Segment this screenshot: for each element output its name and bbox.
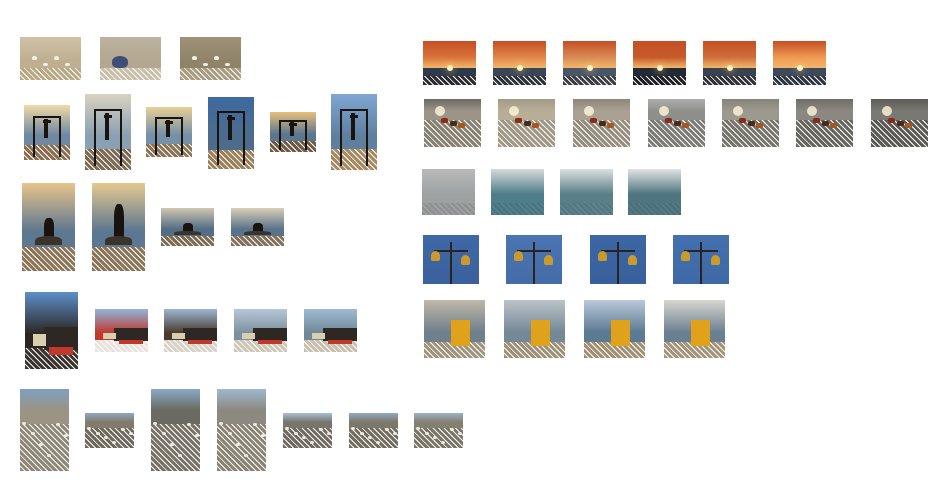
photo-thumbnail-chair[interactable]: [424, 300, 485, 358]
photo-thumbnail-shells[interactable]: [349, 413, 398, 448]
photo-thumbnail-tower[interactable]: [234, 309, 287, 352]
photo-thumbnail-lamp[interactable]: [423, 235, 479, 284]
photo-thumbnail-haze[interactable]: [560, 169, 613, 215]
photo-thumbnail-haze[interactable]: [628, 169, 681, 215]
photo-thumbnail-bottles[interactable]: [796, 99, 853, 147]
photo-thumbnail-bars[interactable]: [24, 105, 70, 160]
photo-thumbnail-tower[interactable]: [25, 292, 78, 369]
photo-thumbnail-sunset[interactable]: [773, 41, 826, 85]
photo-thumbnail-tower[interactable]: [95, 309, 148, 352]
photo-thumbnail-chair[interactable]: [584, 300, 645, 358]
photo-thumbnail-haze[interactable]: [491, 169, 544, 215]
photo-thumbnail-sunset[interactable]: [703, 41, 756, 85]
photo-thumbnail-bars[interactable]: [270, 112, 316, 152]
photo-thumbnail-tower[interactable]: [164, 309, 217, 352]
photo-thumbnail-shells[interactable]: [85, 413, 134, 448]
photo-thumbnail-sunset[interactable]: [633, 41, 686, 85]
photo-thumbnail-shells[interactable]: [414, 413, 463, 448]
photo-thumbnail-sitter[interactable]: [161, 208, 214, 246]
photo-thumbnail-lamp[interactable]: [590, 235, 646, 284]
photo-thumbnail-sand-birds[interactable]: [20, 37, 81, 80]
photo-thumbnail-bottles[interactable]: [722, 99, 779, 147]
photo-thumbnail-sunset[interactable]: [493, 41, 546, 85]
photo-thumbnail-bars[interactable]: [208, 97, 254, 169]
photo-thumbnail-bars[interactable]: [146, 107, 192, 157]
photo-thumbnail-bottles[interactable]: [648, 99, 705, 147]
photo-thumbnail-sunset[interactable]: [423, 41, 476, 85]
photo-thumbnail-chair[interactable]: [504, 300, 565, 358]
photo-thumbnail-bottles[interactable]: [424, 99, 481, 147]
photo-thumbnail-sunset[interactable]: [563, 41, 616, 85]
photo-thumbnail-pigeon[interactable]: [100, 37, 161, 80]
photo-thumbnail-bars[interactable]: [85, 94, 131, 170]
photo-thumbnail-shells[interactable]: [151, 389, 200, 471]
photo-thumbnail-shells[interactable]: [20, 389, 69, 471]
photo-thumbnail-bottles[interactable]: [498, 99, 555, 147]
photo-thumbnail-shells[interactable]: [283, 413, 332, 448]
photo-thumbnail-shells[interactable]: [217, 389, 266, 471]
photo-thumbnail-bottles[interactable]: [573, 99, 630, 147]
photo-thumbnail-chair[interactable]: [664, 300, 725, 358]
photo-thumbnail-sitter[interactable]: [231, 208, 284, 246]
photo-thumbnail-bars[interactable]: [331, 94, 377, 170]
photo-thumbnail-lamp[interactable]: [506, 235, 562, 284]
photo-thumbnail-stander[interactable]: [92, 183, 145, 271]
photo-thumbnail-haze[interactable]: [422, 169, 475, 215]
photo-thumbnail-lamp[interactable]: [673, 235, 729, 284]
photo-thumbnail-tower[interactable]: [304, 309, 357, 352]
photo-thumbnail-sitter[interactable]: [22, 183, 75, 271]
photo-thumbnail-sand-birds[interactable]: [180, 37, 241, 80]
photo-thumbnail-bottles[interactable]: [871, 99, 928, 147]
